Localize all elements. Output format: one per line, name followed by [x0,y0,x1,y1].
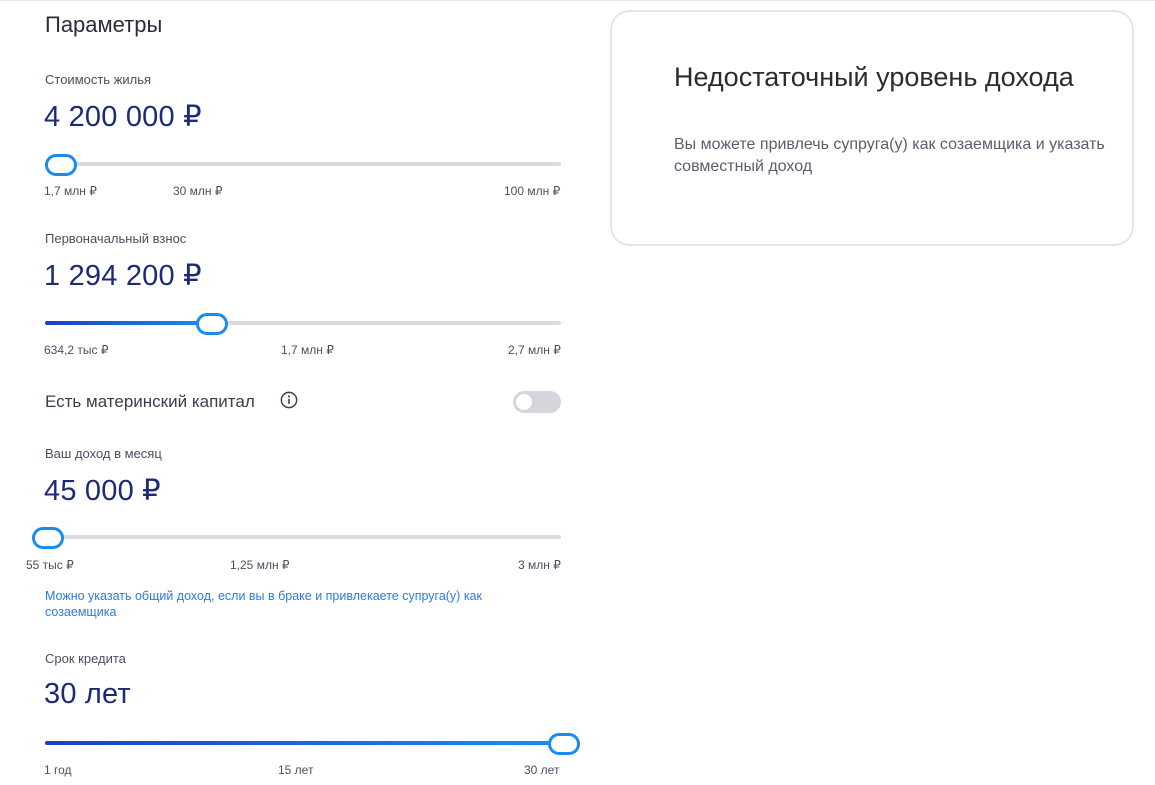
price-slider-track[interactable] [45,162,561,166]
income-slider[interactable] [32,525,561,549]
down-payment-slider[interactable] [45,311,561,335]
income-slider-thumb[interactable] [32,527,64,549]
term-tick-min: 1 год [44,763,72,777]
term-tick-max: 30 лет [524,763,560,777]
info-icon[interactable] [280,391,298,409]
down-payment-tick-max: 2,7 млн ₽ [508,343,561,357]
price-tick-max: 100 млн ₽ [504,184,561,198]
price-tick-mid: 30 млн ₽ [173,184,223,198]
income-label: Ваш доход в месяц [45,446,162,461]
down-payment-tick-min: 634,2 тыс ₽ [44,343,109,357]
down-payment-label: Первоначальный взнос [45,231,187,246]
income-hint: Можно указать общий доход, если вы в бра… [45,589,482,619]
down-payment-slider-thumb[interactable] [196,313,228,335]
term-slider[interactable] [45,731,580,755]
down-payment-value[interactable]: 1 294 200 ₽ [44,258,202,293]
price-tick-min: 1,7 млн ₽ [44,184,97,198]
price-slider[interactable] [45,152,561,176]
top-divider [0,0,1155,1]
maternity-capital-toggle[interactable] [513,391,561,413]
result-card-text: Вы можете привлечь супруга(у) как созаем… [674,136,1105,175]
section-title: Параметры [45,12,163,37]
term-label: Срок кредита [45,651,126,666]
toggle-knob [516,394,532,410]
price-value[interactable]: 4 200 000 ₽ [44,99,202,134]
income-tick-mid: 1,25 млн ₽ [230,558,290,572]
term-value[interactable]: 30 лет [44,678,131,711]
maternity-capital-label: Есть материнский капитал [45,392,255,411]
price-label: Стоимость жилья [45,72,152,87]
income-slider-track[interactable] [45,535,561,539]
income-tick-min: 55 тыс ₽ [26,558,74,572]
term-slider-thumb[interactable] [548,733,580,755]
down-payment-slider-fill [45,321,209,325]
price-slider-thumb[interactable] [45,154,77,176]
income-tick-max: 3 млн ₽ [518,558,561,572]
down-payment-tick-mid: 1,7 млн ₽ [281,343,334,357]
term-tick-mid: 15 лет [278,763,314,777]
result-card: Недостаточный уровень дохода Вы можете п… [610,10,1134,246]
result-card-title: Недостаточный уровень дохода [674,62,1074,92]
term-slider-fill [45,741,561,745]
income-value[interactable]: 45 000 ₽ [44,473,161,508]
